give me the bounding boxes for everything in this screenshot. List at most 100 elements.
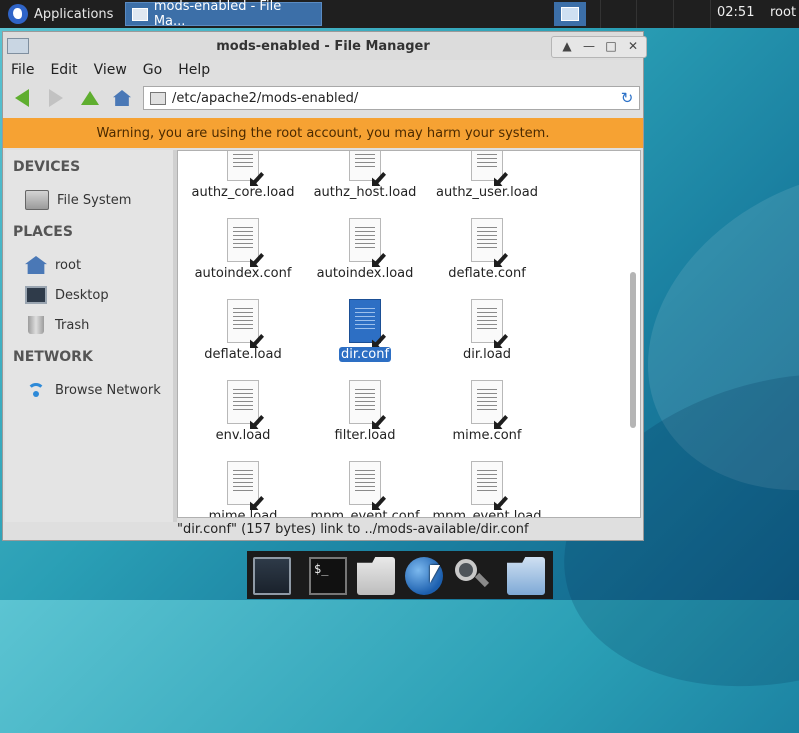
file-name: mime.conf [452,428,522,443]
root-warning-banner: Warning, you are using the root account,… [3,118,643,148]
symlink-arrow-icon [372,496,386,510]
user-menu[interactable]: root [770,5,796,20]
file-name: authz_host.load [313,185,417,200]
sidebar-item-browse-network[interactable]: Browse Network [25,379,161,401]
file-item[interactable]: deflate.load [182,299,304,379]
file-name: mime.load [208,509,278,518]
sidebar-item-label: File System [57,192,132,208]
file-item[interactable]: mpm_event.conf [304,461,426,517]
clock[interactable]: 02:51 [717,5,754,20]
symlink-arrow-icon [372,415,386,429]
mouse-pointer-icon [430,565,440,583]
file-item[interactable]: deflate.conf [426,218,548,298]
sidebar-item-root[interactable]: root [25,254,81,276]
location-bar[interactable]: /etc/apache2/mods-enabled/ ↻ [143,86,640,110]
window-titlebar[interactable]: mods-enabled - File Manager ▲ — □ ✕ [3,32,647,60]
file-item[interactable]: mime.load [182,461,304,518]
file-manager-icon[interactable] [507,557,545,595]
status-text: "dir.conf" (157 bytes) link to ../mods-a… [177,521,529,537]
home-folder-icon[interactable] [357,557,395,595]
workspace-switcher[interactable] [554,2,586,26]
file-item[interactable]: mpm_event.load [426,461,548,517]
file-name-label: authz_host.load [304,185,426,200]
back-arrow-icon [15,89,29,107]
minimize-button[interactable]: — [581,38,597,54]
vertical-scrollbar[interactable] [627,182,639,518]
symlink-arrow-icon [494,415,508,429]
menu-view[interactable]: View [86,60,135,82]
applications-label: Applications [34,6,114,22]
file-name-label: mpm_event.conf [304,509,426,517]
file-item[interactable]: filter.load [304,380,426,460]
reload-icon[interactable]: ↻ [619,90,635,106]
home-button[interactable] [109,86,135,110]
text-file-icon [227,380,264,429]
forward-arrow-icon [49,89,63,107]
text-file-icon [227,461,264,510]
file-name: dir.load [463,347,511,362]
file-item[interactable]: authz_user.load [426,151,548,217]
symlink-arrow-icon [372,253,386,267]
file-name-label: authz_user.load [426,185,548,200]
file-item[interactable]: dir.conf [304,299,426,379]
wifi-icon [25,381,47,399]
file-item[interactable]: autoindex.conf [182,218,304,298]
menu-edit[interactable]: Edit [42,60,85,82]
sidebar-item-label: Desktop [55,287,109,303]
file-name-label: autoindex.load [304,266,426,281]
symlink-arrow-icon [250,253,264,267]
file-icon-view: authz_core.load authz_host.load authz_user… [177,150,641,518]
text-file-icon [471,299,508,348]
file-name-label: mime.conf [426,428,548,443]
taskbar-file-manager-button[interactable]: mods-enabled - File Ma... [125,0,322,29]
file-item[interactable]: dir.load [426,299,548,379]
folder-icon [132,7,148,21]
file-name-label: deflate.conf [426,266,548,281]
symlink-arrow-icon [372,334,386,348]
sidebar: DEVICES File System PLACES root Desktop … [5,150,173,522]
xfce-logo-icon [8,4,28,24]
maximize-button[interactable]: □ [603,38,619,54]
sidebar-item-file-system[interactable]: File System [25,189,131,211]
desktop-icon [25,286,47,304]
sidebar-item-desktop[interactable]: Desktop [25,284,109,306]
file-item[interactable]: authz_core.load [182,151,304,217]
menu-go[interactable]: Go [135,60,170,82]
file-name-label: dir.load [426,347,548,362]
panel-separator [673,0,674,28]
text-file-icon [471,380,508,429]
shade-button[interactable]: ▲ [559,38,575,54]
text-file-icon [227,218,264,267]
text-file-icon [349,218,386,267]
back-button[interactable] [9,86,35,110]
file-manager-window: mods-enabled - File Manager ▲ — □ ✕ File… [2,31,647,541]
file-name: authz_user.load [436,185,538,200]
menu-help[interactable]: Help [170,60,218,82]
file-item[interactable]: mime.conf [426,380,548,460]
file-item[interactable]: env.load [182,380,304,460]
symlink-arrow-icon [250,496,264,510]
panel-separator [636,0,637,28]
terminal-glyph: $_ [314,562,329,576]
network-heading: NETWORK [13,349,93,365]
parent-folder-button[interactable] [77,86,103,110]
up-arrow-icon [81,91,99,105]
sidebar-item-trash[interactable]: Trash [25,314,89,336]
dock: $_ [247,551,553,599]
applications-menu-button[interactable]: Applications [2,2,119,26]
show-desktop-icon[interactable] [253,557,291,595]
symlink-arrow-icon [494,334,508,348]
forward-button[interactable] [43,86,69,110]
close-button[interactable]: ✕ [625,38,641,54]
terminal-icon[interactable]: $_ [309,557,347,595]
sidebar-item-label: Browse Network [55,382,161,398]
menu-file[interactable]: File [3,60,42,82]
file-item[interactable]: autoindex.load [304,218,426,298]
scrollbar-thumb[interactable] [630,272,636,428]
app-finder-icon[interactable] [453,557,491,595]
file-name: env.load [215,428,271,443]
symlink-arrow-icon [494,253,508,267]
text-file-icon [349,299,386,348]
text-file-icon [227,151,264,186]
file-item[interactable]: authz_host.load [304,151,426,217]
